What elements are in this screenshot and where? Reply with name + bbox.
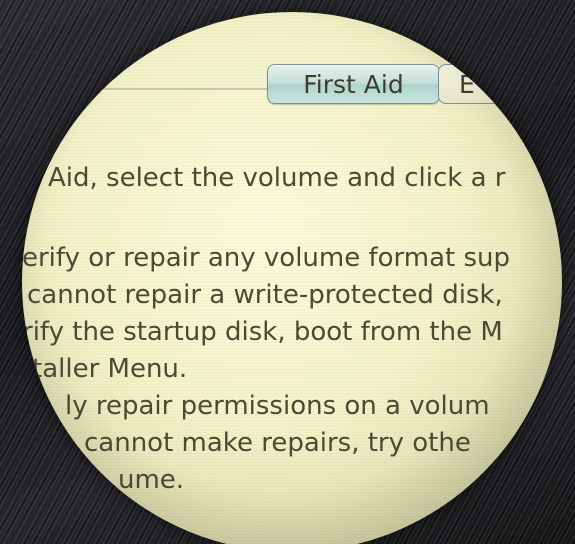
instruction-line: cannot make repairs, try othe [84,428,471,458]
instruction-line: ly repair permissions on a volum [65,391,490,421]
tab-erase[interactable]: E [438,64,518,104]
instruction-line: ume. [118,465,185,495]
magnifier-lens: First Aid E Aid, select the volume and c… [22,12,562,544]
instruction-line: taller Menu. [32,354,188,384]
instruction-line: cannot repair a write-protected disk, [27,280,503,310]
instruction-line: Aid, select the volume and click a r [48,163,506,193]
desktop-background: First Aid E Aid, select the volume and c… [0,0,575,544]
tab-first-aid[interactable]: First Aid [267,64,440,104]
instruction-line: erify or repair any volume format sup [22,243,511,273]
instruction-line: rify the startup disk, boot from the M [22,317,503,347]
